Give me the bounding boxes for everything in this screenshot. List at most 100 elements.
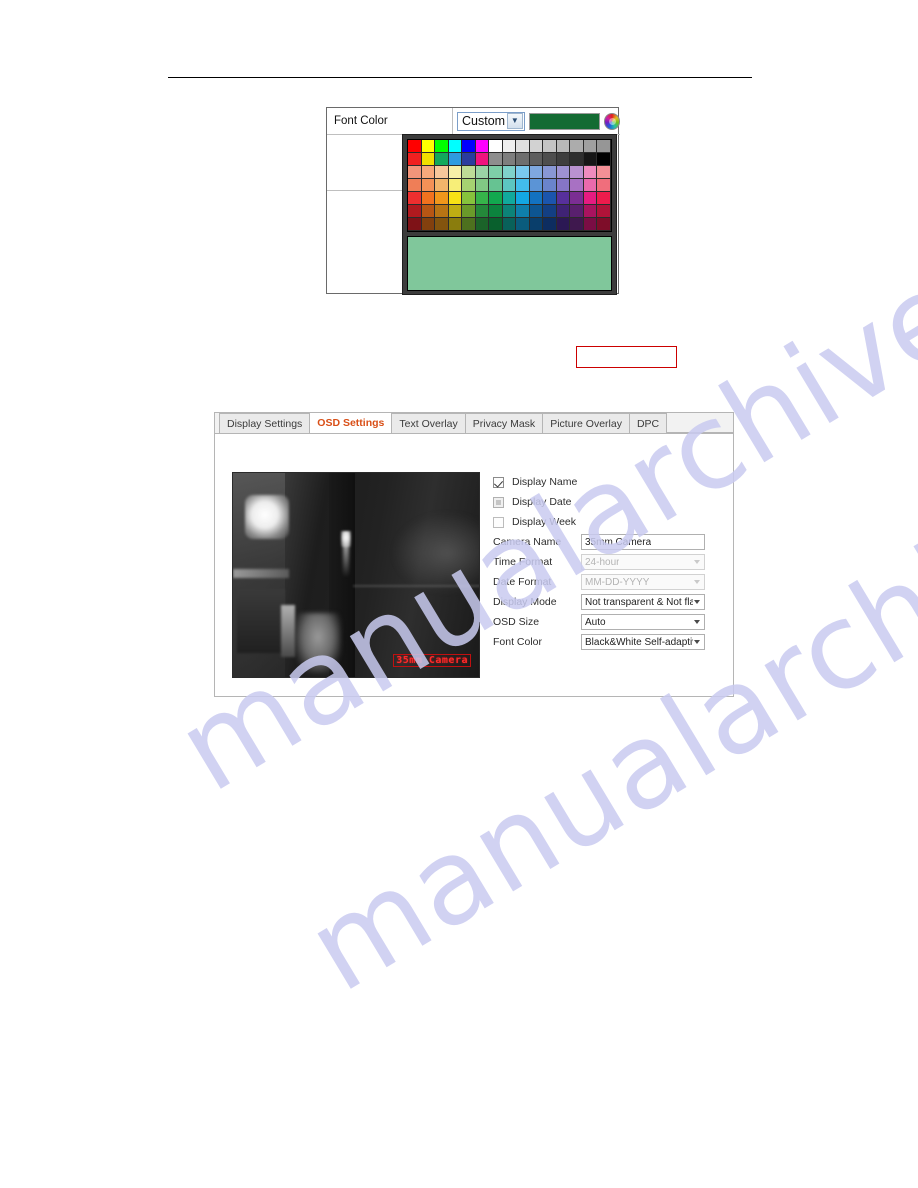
palette-swatch[interactable]	[529, 205, 544, 218]
palette-swatch[interactable]	[516, 192, 530, 205]
palette-swatch[interactable]	[570, 179, 584, 192]
palette-swatch[interactable]	[448, 140, 463, 153]
palette-swatch[interactable]	[543, 218, 557, 231]
palette-swatch[interactable]	[421, 179, 436, 192]
palette-swatch[interactable]	[583, 153, 598, 166]
palette-swatch[interactable]	[408, 192, 422, 205]
palette-swatch[interactable]	[597, 166, 611, 179]
checkbox-display-name[interactable]	[493, 476, 504, 488]
tab-picture-overlay[interactable]: Picture Overlay	[542, 413, 630, 433]
palette-swatch[interactable]	[597, 153, 611, 166]
palette-swatch[interactable]	[543, 192, 557, 205]
palette-swatch[interactable]	[448, 218, 463, 231]
palette-swatch[interactable]	[421, 192, 436, 205]
palette-swatch[interactable]	[543, 205, 557, 218]
palette-swatch[interactable]	[448, 166, 463, 179]
palette-swatch[interactable]	[556, 218, 571, 231]
color-palette-popup[interactable]	[402, 134, 617, 295]
palette-swatch[interactable]	[408, 179, 422, 192]
palette-swatch[interactable]	[570, 166, 584, 179]
color-wheel-icon[interactable]	[603, 112, 621, 130]
chevron-down-icon[interactable]: ▼	[506, 113, 523, 129]
palette-swatch[interactable]	[502, 140, 517, 153]
palette-swatch[interactable]	[462, 153, 476, 166]
palette-swatch[interactable]	[502, 153, 517, 166]
palette-swatch[interactable]	[462, 140, 476, 153]
palette-swatch[interactable]	[462, 205, 476, 218]
palette-swatch[interactable]	[435, 192, 449, 205]
palette-swatch[interactable]	[462, 218, 476, 231]
palette-swatch[interactable]	[583, 192, 598, 205]
select-display-mode[interactable]: Not transparent & Not flashir	[581, 594, 705, 610]
palette-swatch[interactable]	[597, 192, 611, 205]
palette-swatch[interactable]	[570, 140, 584, 153]
palette-swatch[interactable]	[597, 205, 611, 218]
palette-swatch[interactable]	[462, 166, 476, 179]
tab-osd-settings[interactable]: OSD Settings	[309, 412, 393, 433]
palette-swatch[interactable]	[475, 205, 490, 218]
palette-swatch[interactable]	[502, 192, 517, 205]
select-font-color[interactable]: Black&White Self-adaptive	[581, 634, 705, 650]
palette-swatch[interactable]	[597, 179, 611, 192]
palette-swatch[interactable]	[435, 205, 449, 218]
palette-swatch[interactable]	[435, 218, 449, 231]
palette-swatch[interactable]	[516, 153, 530, 166]
palette-swatch[interactable]	[529, 218, 544, 231]
palette-swatch[interactable]	[529, 140, 544, 153]
current-color-swatch[interactable]	[528, 112, 600, 130]
chevron-down-icon[interactable]	[694, 640, 700, 644]
palette-swatch[interactable]	[516, 205, 530, 218]
select-osd-size[interactable]: Auto	[581, 614, 705, 630]
checkbox-display-week[interactable]	[493, 516, 504, 528]
palette-swatch[interactable]	[408, 166, 422, 179]
palette-swatch[interactable]	[516, 166, 530, 179]
palette-swatch[interactable]	[462, 179, 476, 192]
palette-swatch[interactable]	[583, 140, 598, 153]
checkbox-row-display-name[interactable]: Display Name	[493, 472, 717, 492]
palette-swatch[interactable]	[421, 153, 436, 166]
palette-swatch[interactable]	[489, 218, 503, 231]
palette-swatch[interactable]	[435, 166, 449, 179]
palette-swatch[interactable]	[502, 205, 517, 218]
palette-swatch[interactable]	[421, 218, 436, 231]
palette-swatch[interactable]	[556, 153, 571, 166]
palette-swatch[interactable]	[529, 179, 544, 192]
palette-swatch[interactable]	[529, 166, 544, 179]
palette-swatch[interactable]	[570, 205, 584, 218]
palette-swatch[interactable]	[408, 218, 422, 231]
tab-text-overlay[interactable]: Text Overlay	[391, 413, 466, 433]
palette-swatch[interactable]	[529, 153, 544, 166]
palette-swatch[interactable]	[475, 140, 490, 153]
palette-swatch[interactable]	[583, 205, 598, 218]
palette-swatch[interactable]	[448, 205, 463, 218]
palette-swatch[interactable]	[489, 153, 503, 166]
palette-swatch[interactable]	[556, 192, 571, 205]
palette-swatch[interactable]	[475, 179, 490, 192]
palette-swatch[interactable]	[475, 166, 490, 179]
font-color-mode-select[interactable]: Custom ▼	[457, 111, 525, 131]
palette-swatch[interactable]	[448, 153, 463, 166]
palette-swatch[interactable]	[435, 153, 449, 166]
palette-swatch[interactable]	[597, 218, 611, 231]
palette-swatch[interactable]	[421, 140, 436, 153]
palette-swatch[interactable]	[462, 192, 476, 205]
palette-swatch[interactable]	[583, 179, 598, 192]
palette-swatch[interactable]	[556, 166, 571, 179]
palette-swatch[interactable]	[475, 153, 490, 166]
palette-swatch[interactable]	[408, 153, 422, 166]
palette-swatch[interactable]	[408, 205, 422, 218]
palette-swatch[interactable]	[489, 140, 503, 153]
palette-swatch[interactable]	[502, 218, 517, 231]
checkbox-display-date[interactable]	[493, 496, 504, 508]
palette-swatch[interactable]	[543, 153, 557, 166]
palette-swatch[interactable]	[408, 140, 422, 153]
palette-swatch[interactable]	[421, 166, 436, 179]
palette-swatch[interactable]	[421, 205, 436, 218]
input-camera-name[interactable]: 35mm Camera	[581, 534, 705, 550]
checkbox-row-display-week[interactable]: Display Week	[493, 512, 717, 532]
palette-swatch[interactable]	[475, 218, 490, 231]
palette-swatch[interactable]	[516, 218, 530, 231]
palette-swatch[interactable]	[529, 192, 544, 205]
color-palette-grid[interactable]	[407, 139, 612, 232]
palette-swatch[interactable]	[543, 166, 557, 179]
